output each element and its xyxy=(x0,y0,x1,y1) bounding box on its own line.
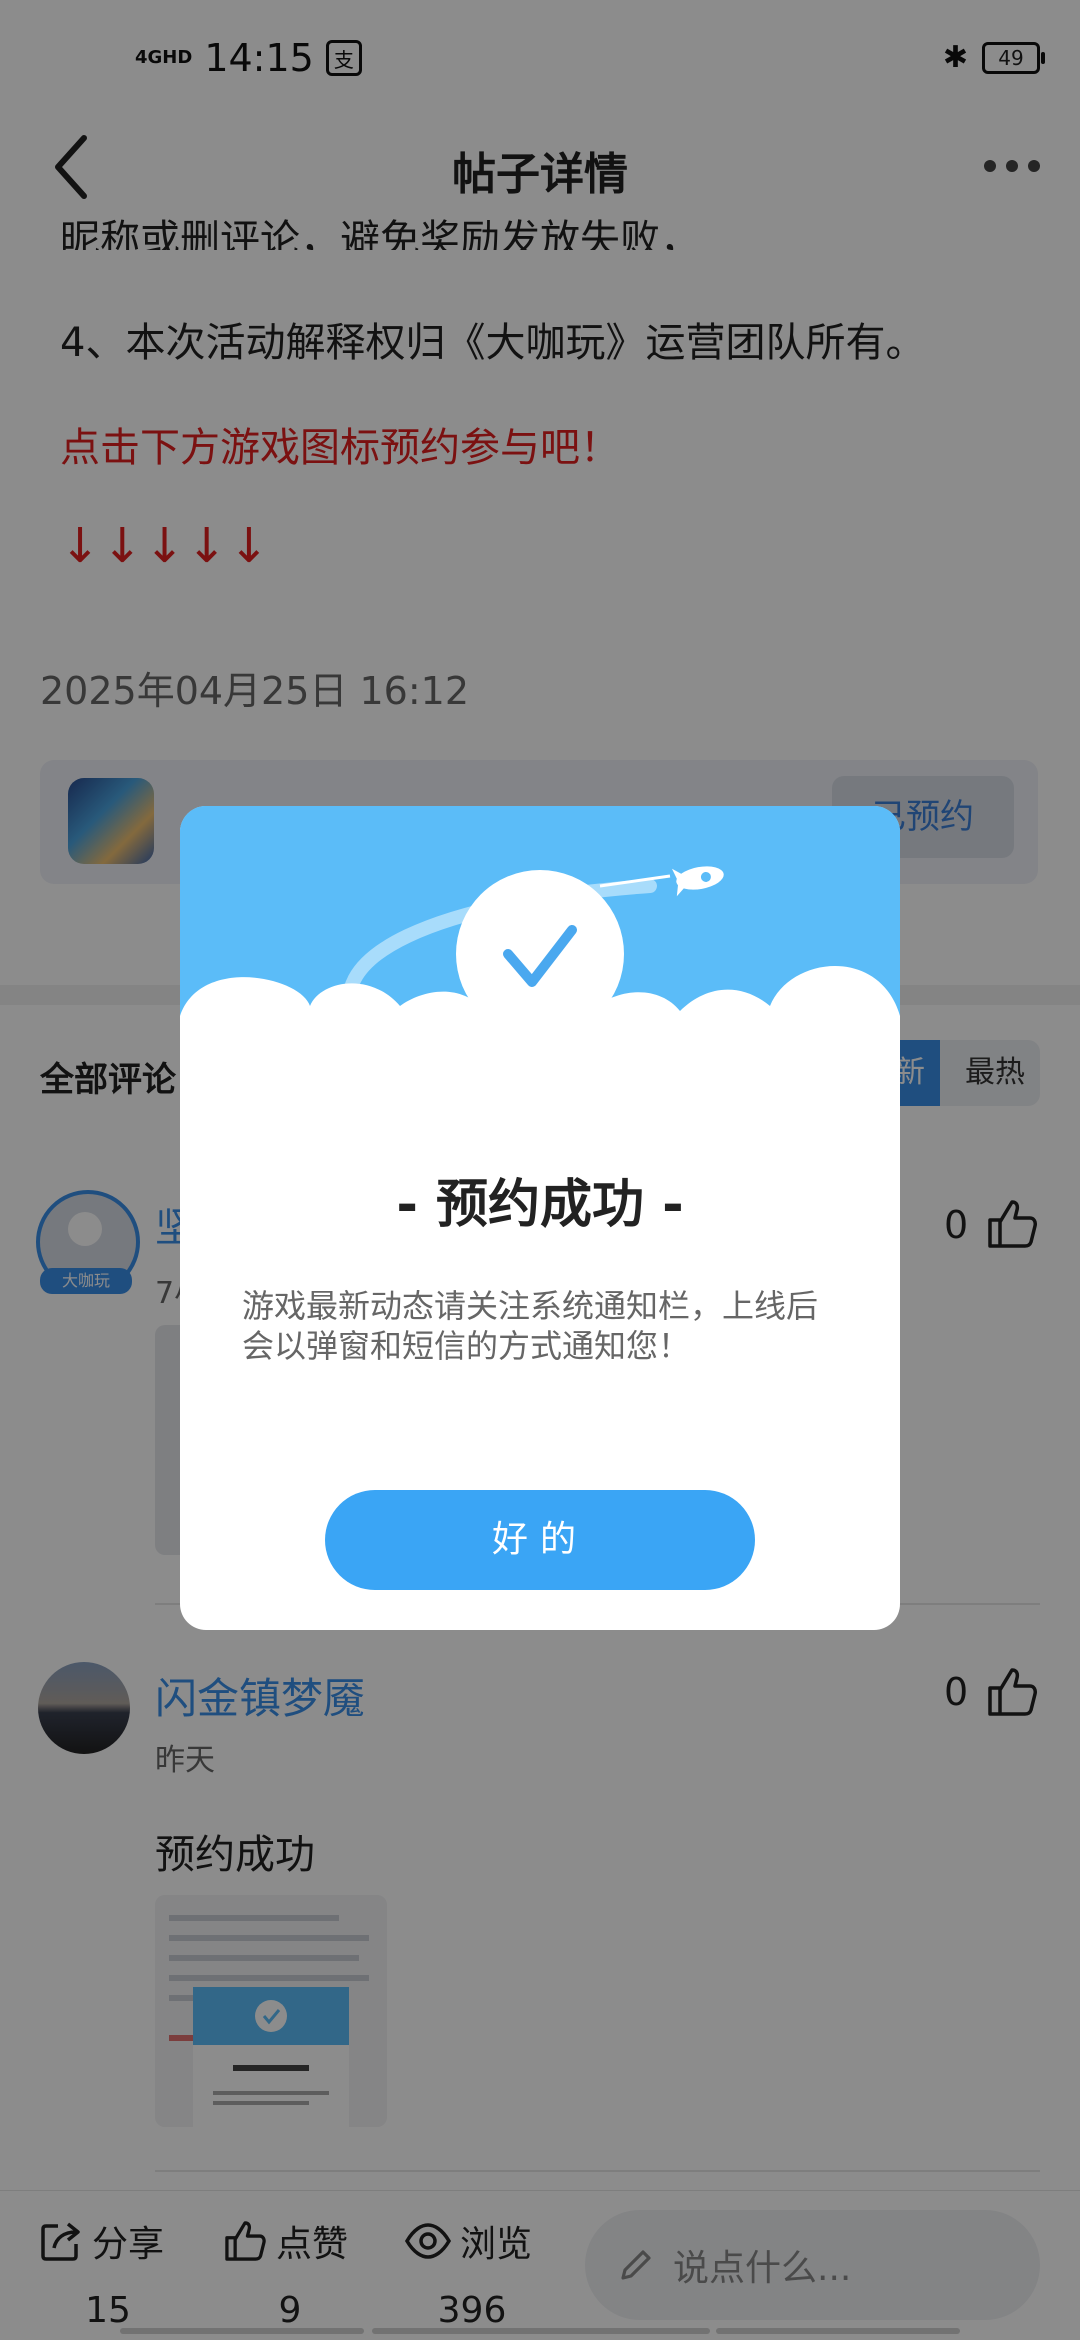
modal-title: - 预约成功 - xyxy=(396,1175,684,1235)
modal-description: 游戏最新动态请关注系统通知栏，上线后会以弹窗和短信的方式通知您！ xyxy=(242,1287,819,1365)
modal-header-illustration xyxy=(180,806,900,1136)
reservation-success-dialog: - 预约成功 - 游戏最新动态请关注系统通知栏，上线后会以弹窗和短信的方式通知您… xyxy=(180,806,900,1630)
sky-illustration xyxy=(180,806,900,1136)
ok-button[interactable]: 好的 xyxy=(325,1490,755,1590)
